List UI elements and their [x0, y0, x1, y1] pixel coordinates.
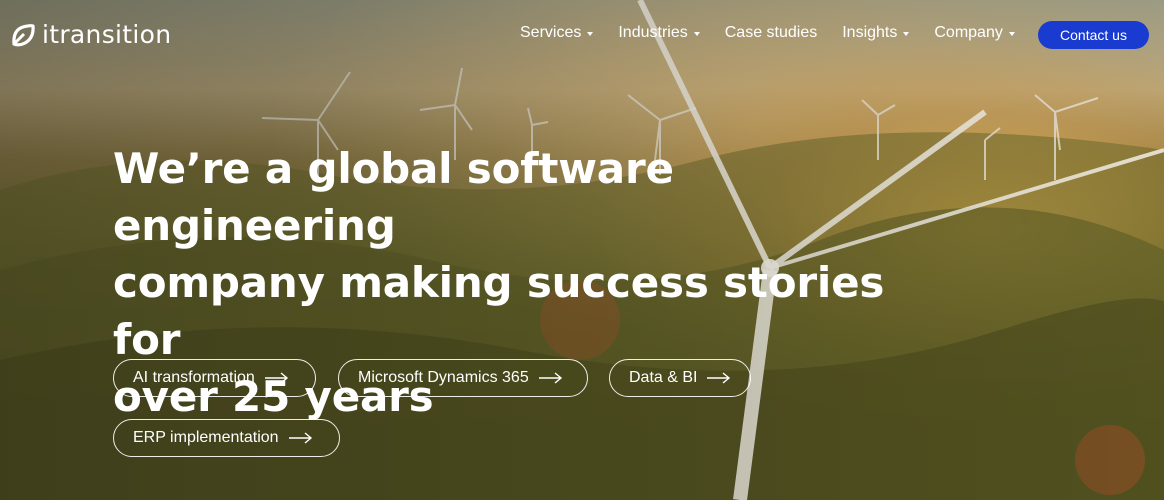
pill-label: Microsoft Dynamics 365 [358, 369, 529, 386]
pill-label: ERP implementation [133, 429, 279, 446]
arrow-right-icon [264, 372, 288, 384]
arrow-right-icon [288, 432, 312, 444]
contact-us-button[interactable]: Contact us [1038, 21, 1149, 49]
pill-label: AI transformation [133, 369, 255, 386]
logo-leaf-icon [12, 23, 35, 46]
nav-insights[interactable]: Insights [842, 24, 910, 42]
arrow-right-icon [707, 372, 731, 384]
chevron-down-icon [587, 32, 594, 36]
nav-industries[interactable]: Industries [618, 24, 700, 42]
arrow-right-icon [538, 372, 562, 384]
headline-line: We’re a global software engineering [113, 144, 674, 250]
ai-transformation-button[interactable]: AI transformation [113, 359, 316, 397]
main-menu: Services Industries Case studies Insight… [520, 24, 1040, 42]
hero-section: itransition Services Industries Case stu… [0, 0, 1164, 500]
brand-logo[interactable]: itransition [10, 20, 171, 49]
nav-industries-label: Industries [618, 24, 688, 41]
nav-services[interactable]: Services [520, 24, 594, 42]
data-bi-button[interactable]: Data & BI [609, 359, 751, 397]
chevron-down-icon [693, 32, 700, 36]
nav-case-studies-label: Case studies [724, 24, 818, 41]
nav-company[interactable]: Company [934, 24, 1015, 42]
brand-name: itransition [42, 20, 172, 49]
nav-services-label: Services [520, 24, 582, 41]
headline-line: company making success stories for [113, 258, 885, 364]
nav-company-label: Company [934, 24, 1003, 41]
nav-insights-label: Insights [842, 24, 898, 41]
chevron-down-icon [1008, 32, 1015, 36]
pill-label: Data & BI [629, 369, 698, 386]
microsoft-dynamics-365-button[interactable]: Microsoft Dynamics 365 [338, 359, 588, 397]
nav-case-studies[interactable]: Case studies [725, 24, 818, 42]
top-navigation: itransition Services Industries Case stu… [0, 0, 1164, 70]
chevron-down-icon [903, 32, 910, 36]
erp-implementation-button[interactable]: ERP implementation [113, 419, 340, 457]
